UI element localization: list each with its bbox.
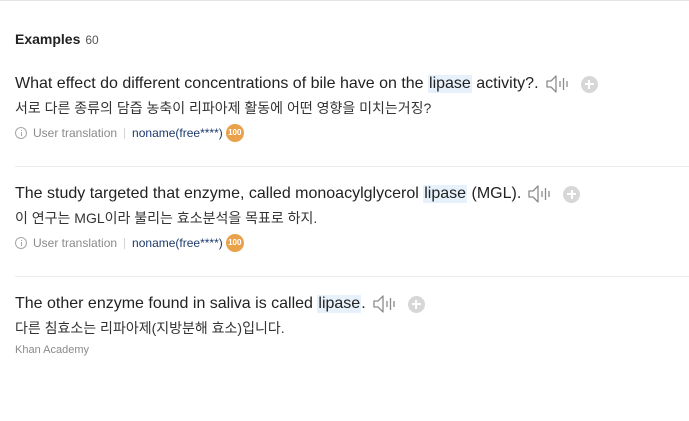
translation-meta: User translation noname(free****) 100 [15, 124, 244, 142]
meta-label: User translation [33, 126, 118, 140]
translator-link[interactable]: noname(free****) [132, 236, 223, 250]
translation-meta: User translation noname(free****) 100 [15, 234, 244, 252]
example-sentence: What effect do different concentrations … [15, 73, 598, 95]
highlighted-word[interactable]: lipase [317, 295, 362, 313]
score-badge: 100 [225, 124, 244, 142]
add-to-wordbook-icon[interactable] [563, 185, 581, 203]
speaker-icon[interactable] [527, 183, 553, 205]
example-item: The study targeted that enzyme, called m… [15, 183, 689, 277]
sentence-text-end: . [361, 295, 366, 312]
highlighted-word[interactable]: lipase [423, 185, 468, 203]
meta-label: User translation [33, 236, 118, 250]
sentence-text-end: activity?. [476, 75, 539, 92]
speaker-icon[interactable] [372, 293, 398, 315]
sentence-text-end: (MGL). [471, 185, 522, 202]
sentence-text: The other enzyme found in saliva is call… [15, 295, 313, 312]
examples-count: 60 [85, 33, 99, 47]
examples-header: Examples 60 [15, 31, 99, 47]
add-to-wordbook-icon[interactable] [580, 75, 598, 93]
examples-panel: Examples 60 What effect do different con… [0, 0, 689, 421]
sentence-text: What effect do different concentrations … [15, 75, 424, 92]
info-icon[interactable] [15, 237, 27, 249]
example-item: What effect do different concentrations … [15, 73, 689, 167]
example-sentence: The study targeted that enzyme, called m… [15, 183, 581, 205]
score-badge: 100 [225, 234, 244, 252]
translator-link[interactable]: noname(free****) [132, 126, 223, 140]
example-source: Khan Academy [15, 344, 89, 356]
sentence-text: The study targeted that enzyme, called m… [15, 185, 419, 202]
meta-divider [124, 237, 126, 249]
example-item: The other enzyme found in saliva is call… [15, 293, 689, 373]
meta-divider [124, 127, 126, 139]
example-translation: 서로 다른 종류의 담즙 농축이 리파아제 활동에 어떤 영향을 미치는거징? [15, 100, 432, 116]
info-icon[interactable] [15, 127, 27, 139]
speaker-icon[interactable] [545, 73, 571, 95]
examples-title: Examples [15, 31, 81, 47]
example-translation: 이 연구는 MGL이라 불리는 효소분석을 목표로 하지. [15, 210, 318, 226]
example-translation: 다른 침효소는 리파아제(지방분해 효소)입니다. [15, 320, 285, 336]
example-sentence: The other enzyme found in saliva is call… [15, 293, 425, 315]
add-to-wordbook-icon[interactable] [407, 295, 425, 313]
highlighted-word[interactable]: lipase [428, 75, 472, 93]
